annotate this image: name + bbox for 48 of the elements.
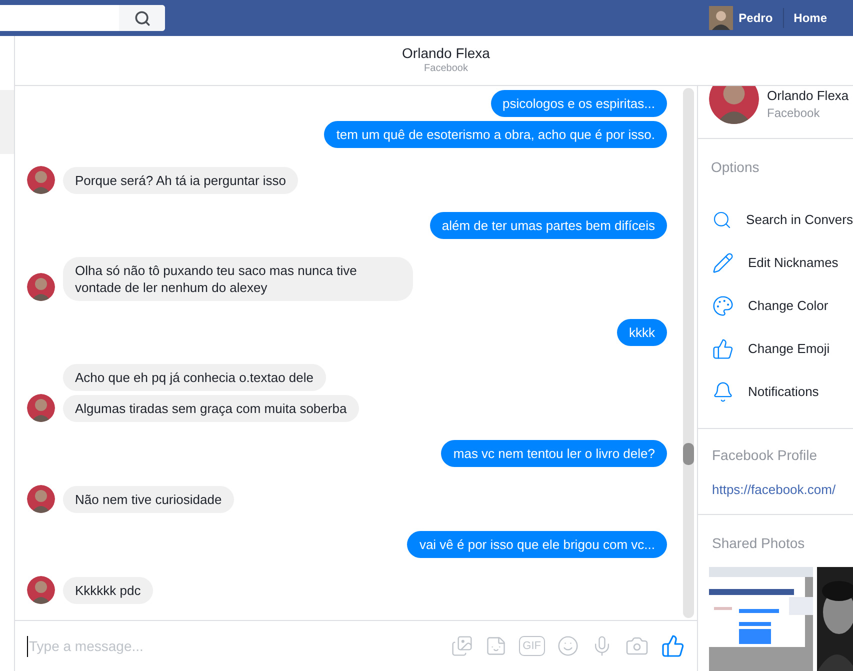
user-name[interactable]: Pedro bbox=[738, 9, 773, 27]
profile-source: Facebook bbox=[767, 105, 821, 122]
bell-icon bbox=[712, 380, 734, 402]
contact-avatar bbox=[27, 485, 55, 513]
search-button[interactable] bbox=[119, 5, 165, 31]
message-input[interactable]: Type a message... bbox=[27, 636, 451, 656]
thumbs-up-icon bbox=[661, 634, 685, 658]
sent-message: tem um quê de esoterismo a obra, acho que é por isso. bbox=[324, 121, 667, 148]
search-icon bbox=[134, 10, 150, 26]
scrollbar[interactable] bbox=[683, 88, 694, 618]
received-message: Olha só não tô puxando teu saco mas nunca tive vontade de ler nenhum do alexey bbox=[63, 257, 413, 301]
option-item[interactable]: Change Color bbox=[698, 284, 853, 327]
contact-avatar bbox=[27, 394, 55, 422]
received-message: Não nem tive curiosidade bbox=[63, 486, 234, 513]
sticker-icon bbox=[484, 635, 507, 657]
option-item[interactable]: Search in Convers bbox=[698, 198, 853, 241]
sent-message: além de ter umas partes bem difíceis bbox=[430, 212, 667, 239]
photos-icon bbox=[450, 635, 473, 657]
chat-subtitle: Facebook bbox=[424, 62, 468, 76]
profile-link[interactable]: https://facebook.com/ bbox=[712, 480, 853, 500]
scrollbar-thumb[interactable] bbox=[683, 443, 694, 465]
received-message: Algumas tiradas sem graça com muita soberba bbox=[63, 395, 359, 422]
chat-title: Orlando Flexa bbox=[402, 45, 490, 62]
contact-avatar bbox=[709, 86, 759, 124]
contact-avatar bbox=[27, 576, 55, 604]
sent-message: vai vê é por isso que ele brigou com vc... bbox=[407, 531, 667, 558]
section-heading: Facebook Profile bbox=[712, 446, 818, 465]
smile-icon bbox=[557, 635, 579, 657]
contact-avatar bbox=[27, 273, 55, 301]
option-item[interactable]: Change Emoji bbox=[698, 327, 853, 370]
profile-name: Orlando Flexa bbox=[767, 88, 849, 104]
sent-message: mas vc nem tentou ler o livro dele? bbox=[441, 440, 667, 467]
options-heading: Options bbox=[710, 158, 760, 177]
sent-message: psicologos e os espiritas... bbox=[490, 90, 667, 117]
profile-avatar[interactable] bbox=[708, 6, 733, 30]
search-field[interactable] bbox=[0, 5, 165, 31]
received-message: Kkkkkk pdc bbox=[63, 577, 153, 604]
received-message: Porque será? Ah tá ia perguntar isso bbox=[63, 167, 298, 194]
sent-message: kkkk bbox=[617, 319, 667, 346]
option-item[interactable]: Edit Nicknames bbox=[698, 241, 853, 284]
thumbs-up-icon bbox=[712, 338, 734, 360]
home-link[interactable]: Home bbox=[794, 9, 827, 27]
palette-icon bbox=[712, 294, 734, 316]
section-heading: Shared Photos bbox=[711, 534, 806, 552]
contact-avatar bbox=[27, 166, 55, 194]
pencil-icon bbox=[712, 252, 734, 274]
received-message: Acho que eh pq já conhecia o.textao dele bbox=[63, 364, 326, 391]
option-item[interactable]: Notifications bbox=[698, 370, 853, 413]
